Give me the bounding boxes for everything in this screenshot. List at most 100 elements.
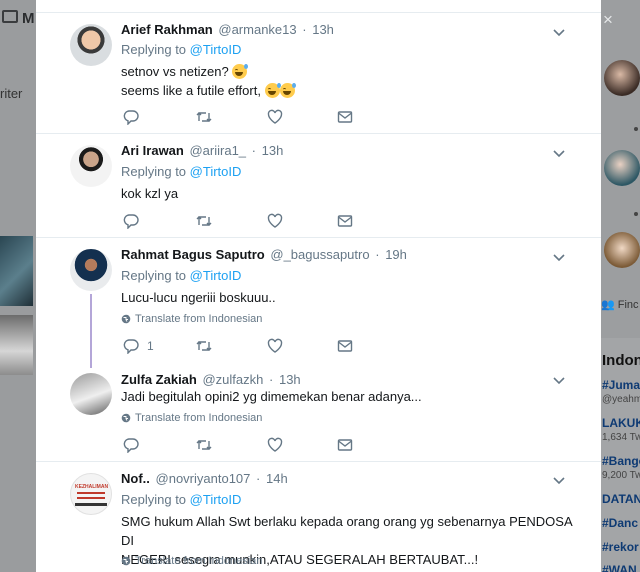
dot-icon: [634, 212, 638, 216]
reply-button[interactable]: 1: [123, 338, 154, 354]
replying-to: Replying to @TirtoID: [121, 42, 242, 57]
reply-icon: [123, 214, 139, 229]
messages-label: M: [22, 10, 35, 27]
display-name[interactable]: Nof..: [121, 471, 150, 486]
direct-message-button[interactable]: [337, 109, 353, 125]
direct-message-button[interactable]: [337, 338, 353, 354]
display-name[interactable]: Zulfa Zakiah: [121, 372, 197, 387]
separator: ·: [269, 372, 274, 387]
trend-item[interactable]: #Juma: [602, 378, 640, 392]
tweet-text: kok kzl ya: [121, 186, 179, 201]
separator: ·: [375, 247, 380, 262]
reply-button[interactable]: [123, 109, 139, 125]
trend-item[interactable]: #Danc: [602, 516, 638, 530]
direct-message-button[interactable]: [337, 213, 353, 229]
trend-item[interactable]: DATAN: [602, 492, 640, 506]
mention-link[interactable]: @TirtoID: [190, 164, 242, 179]
reply-icon: [123, 339, 139, 354]
envelope-icon: [337, 340, 353, 352]
envelope-icon: [337, 439, 353, 451]
globe-icon: [121, 314, 131, 324]
tweet-actions: 1: [123, 338, 383, 354]
reply-button[interactable]: [123, 437, 139, 453]
chevron-down-icon[interactable]: [552, 28, 566, 38]
avatar[interactable]: [70, 145, 112, 187]
retweet-icon: [196, 112, 212, 122]
background-image: [0, 236, 33, 306]
retweet-icon: [196, 341, 212, 351]
timestamp[interactable]: 19h: [385, 247, 407, 262]
divider: [36, 461, 601, 462]
tweet-header: Rahmat Bagus Saputro @_bagussaputro · 19…: [121, 247, 407, 262]
retweet-button[interactable]: [195, 109, 213, 125]
like-button[interactable]: [267, 109, 283, 125]
trend-meta: 9,200 Tw: [602, 470, 640, 481]
tweet-header: Nof.. @novriyanto107 · 14h: [121, 471, 288, 486]
retweet-button[interactable]: [195, 338, 213, 354]
reply-icon: [123, 438, 139, 453]
translate-link[interactable]: Translate from Indonesian: [121, 412, 262, 424]
trend-item[interactable]: #rekor: [602, 540, 639, 554]
handle[interactable]: @_bagussaputro: [270, 247, 369, 262]
replying-to: Replying to @TirtoID: [121, 268, 242, 283]
people-icon: 👥: [601, 299, 615, 311]
avatar[interactable]: KEZHALIMAN: [70, 473, 112, 515]
avatar[interactable]: [70, 373, 112, 415]
tweet-text: Jadi begitulah opini2 yg dimemekan benar…: [121, 389, 422, 404]
background-text: riter: [0, 86, 23, 101]
handle[interactable]: @ariira1_: [189, 143, 246, 158]
direct-message-button[interactable]: [337, 437, 353, 453]
mention-link[interactable]: @TirtoID: [190, 492, 242, 507]
mention-link[interactable]: @TirtoID: [190, 268, 242, 283]
chevron-down-icon[interactable]: [552, 149, 566, 159]
find-people-link[interactable]: 👥 Finc: [601, 298, 639, 311]
timestamp[interactable]: 13h: [279, 372, 301, 387]
like-button[interactable]: [267, 213, 283, 229]
timestamp[interactable]: 13h: [312, 22, 334, 37]
translate-link[interactable]: Translate from Indonesian: [121, 555, 262, 567]
heart-icon: [267, 338, 283, 353]
display-name[interactable]: Arief Rakhman: [121, 22, 213, 37]
chevron-down-icon[interactable]: [552, 476, 566, 486]
divider: [36, 237, 601, 238]
retweet-icon: [196, 216, 212, 226]
display-name[interactable]: Ari Irawan: [121, 143, 184, 158]
background-left-panel: M riter: [0, 0, 36, 572]
heart-icon: [267, 213, 283, 228]
background-image: [0, 315, 33, 375]
retweet-button[interactable]: [195, 213, 213, 229]
handle[interactable]: @novriyanto107: [156, 471, 251, 486]
replying-to: Replying to @TirtoID: [121, 492, 242, 507]
tweet-actions: [123, 213, 383, 229]
trends-heading: Indon: [602, 352, 640, 369]
handle[interactable]: @zulfazkh: [202, 372, 263, 387]
trend-item[interactable]: LAKUK: [602, 416, 640, 430]
avatar-decoration: [77, 492, 105, 494]
trend-item[interactable]: #WAN: [602, 563, 637, 572]
reply-button[interactable]: [123, 213, 139, 229]
handle[interactable]: @armanke13: [218, 22, 296, 37]
grinning-sweat-emoji: [232, 64, 249, 79]
avatar[interactable]: [70, 249, 112, 291]
trend-meta: 1,634 Tw: [602, 432, 640, 443]
envelope-icon: [337, 215, 353, 227]
trend-item[interactable]: #Bango: [602, 454, 640, 468]
display-name[interactable]: Rahmat Bagus Saputro: [121, 247, 265, 262]
like-button[interactable]: [267, 338, 283, 354]
globe-icon: [121, 413, 131, 423]
grinning-sweat-emoji: [264, 83, 281, 98]
avatar: [604, 232, 640, 268]
chevron-down-icon[interactable]: [552, 376, 566, 386]
retweet-button[interactable]: [195, 437, 213, 453]
timestamp[interactable]: 14h: [266, 471, 288, 486]
chevron-down-icon[interactable]: [552, 253, 566, 263]
close-icon[interactable]: ×: [603, 10, 613, 30]
grinning-sweat-emoji: [279, 83, 296, 98]
separator: ·: [251, 143, 257, 158]
mention-link[interactable]: @TirtoID: [190, 42, 242, 57]
like-button[interactable]: [267, 437, 283, 453]
timestamp[interactable]: 13h: [262, 143, 284, 158]
avatar[interactable]: [70, 24, 112, 66]
translate-link[interactable]: Translate from Indonesian: [121, 313, 262, 325]
avatar-decoration: [77, 497, 105, 499]
